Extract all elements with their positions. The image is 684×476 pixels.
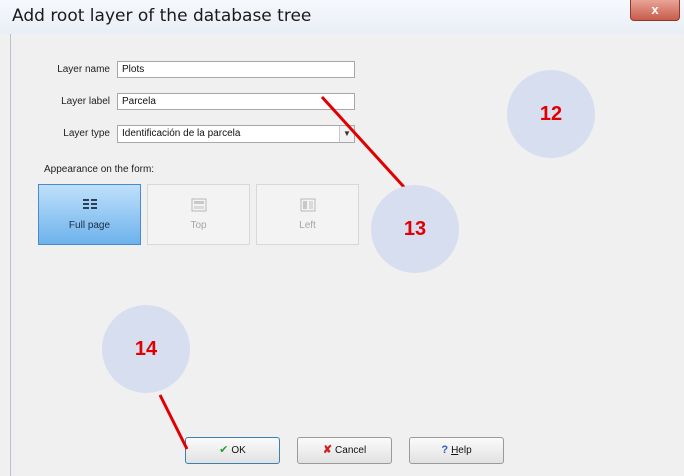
annotation-bubble-14: 14 <box>102 305 190 393</box>
annotation-bubble-12: 12 <box>507 70 595 158</box>
annotation-pointers <box>158 95 416 450</box>
annotation-bubble-13: 13 <box>371 185 459 273</box>
pointer-line-13 <box>320 95 416 200</box>
pointer-line-14 <box>158 394 189 450</box>
